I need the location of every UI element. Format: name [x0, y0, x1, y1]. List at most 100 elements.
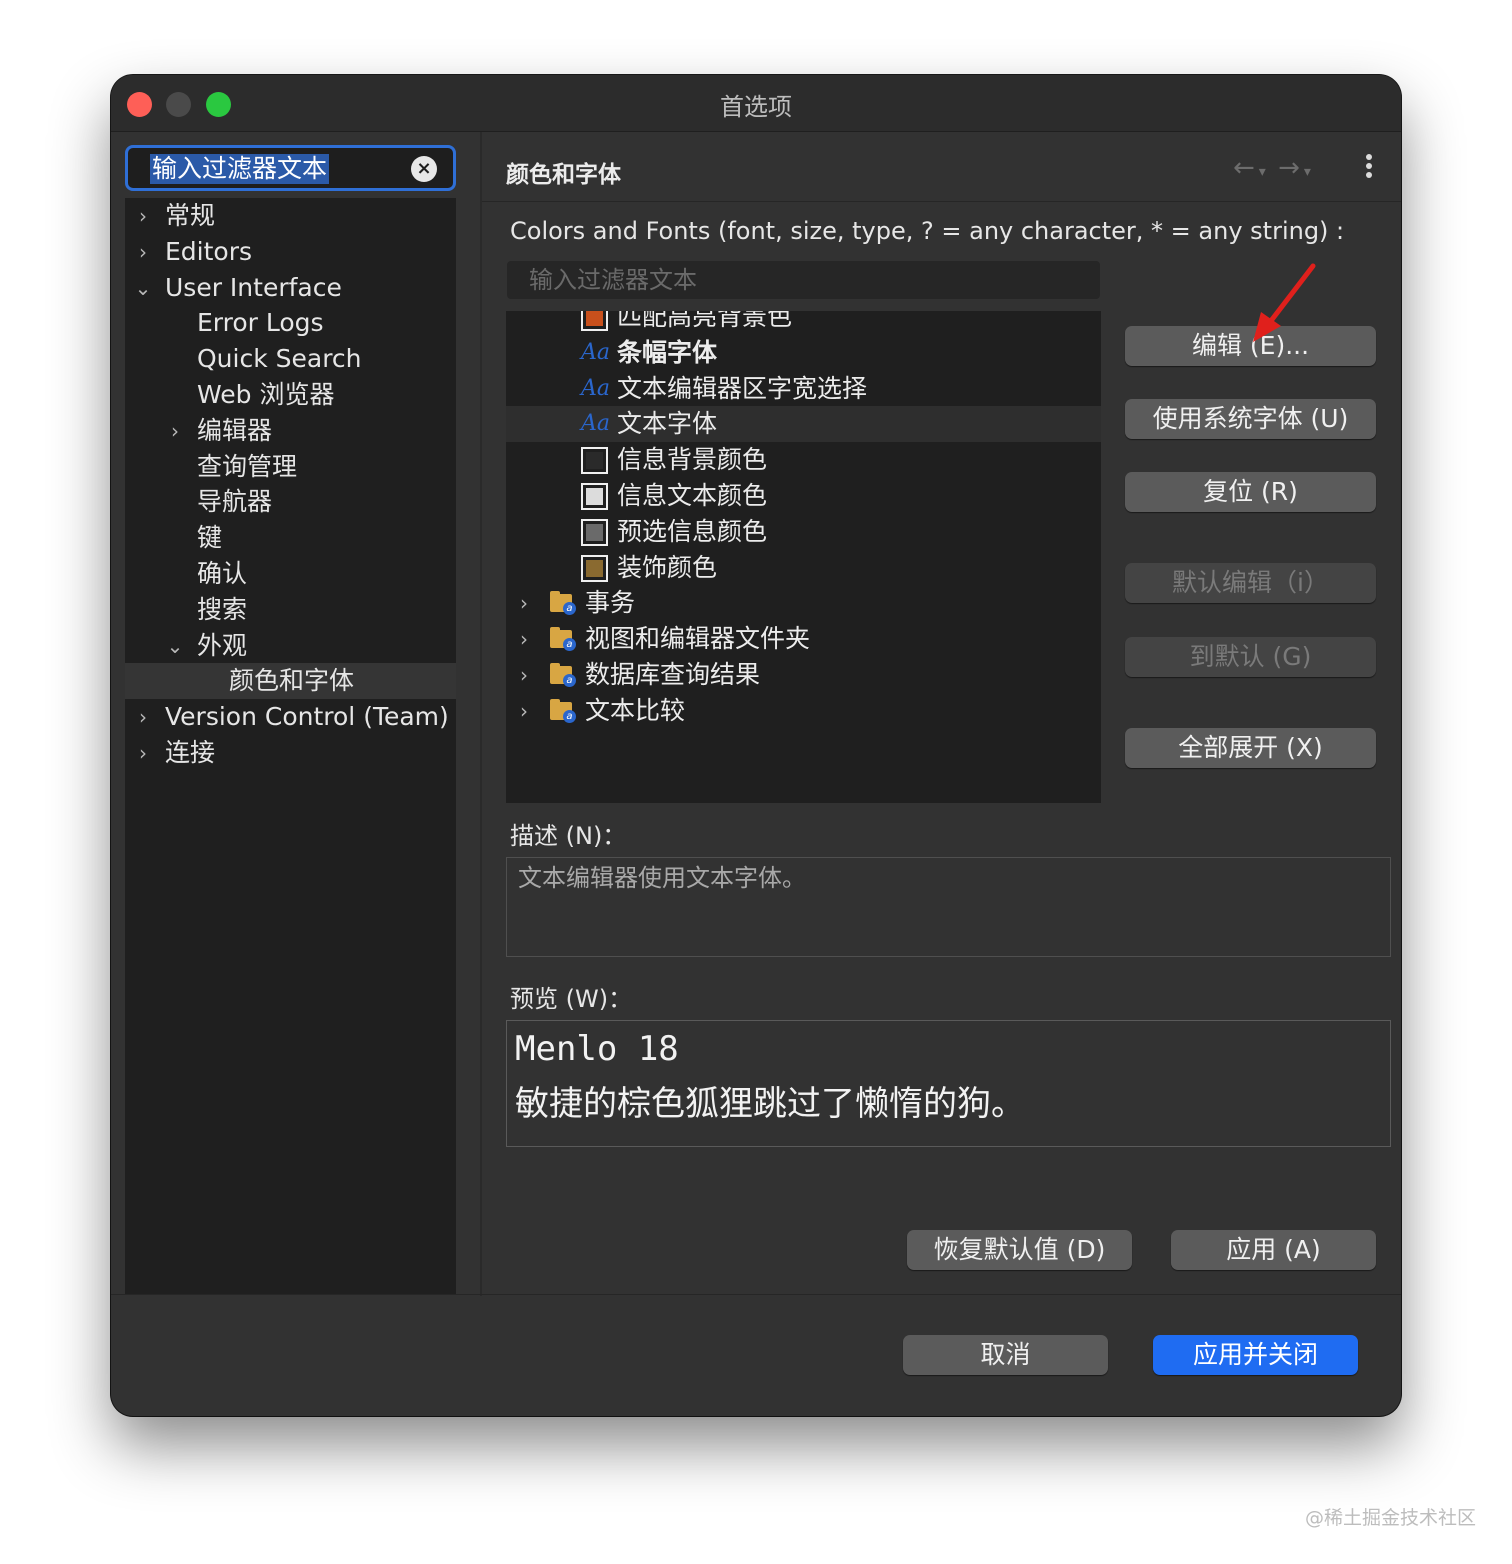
sidebar-item-label: 连接 [165, 738, 216, 767]
edit-default-button[interactable]: 默认编辑（i） [1125, 563, 1376, 603]
annotation-arrow-icon [1253, 263, 1316, 342]
sidebar-item-label: 键 [197, 523, 223, 553]
sidebar-filter-input[interactable]: 输入过滤器文本 × [125, 145, 456, 191]
reset-button[interactable]: 复位 (R) [1125, 472, 1376, 512]
restore-defaults-button[interactable]: 恢复默认值 (D) [907, 1230, 1132, 1270]
description-text: 文本编辑器使用文本字体。 [518, 864, 806, 892]
sidebar-item[interactable]: Quick Search [125, 341, 456, 377]
font-list-item-label: 文本编辑器区字宽选择 [617, 373, 868, 403]
sidebar-item[interactable]: 查询管理 [125, 449, 456, 485]
font-icon: Aa [581, 411, 611, 437]
chevron-down-icon[interactable]: ⌄ [133, 270, 153, 306]
sidebar-item[interactable]: 键 [125, 520, 456, 556]
sidebar-item[interactable]: ⌄ 外观 [125, 628, 456, 664]
sidebar-item-label: 外观 [197, 630, 248, 660]
page-description: Colors and Fonts (font, size, type, ? = … [510, 217, 1345, 245]
back-arrow-icon[interactable]: ← [1233, 153, 1255, 183]
pane-divider[interactable] [480, 132, 482, 1296]
chevron-right-icon[interactable]: › [514, 657, 534, 693]
font-list-item[interactable]: 匹配高亮背景色 [506, 311, 1101, 335]
font-list-item[interactable]: 信息文本颜色 [506, 478, 1101, 514]
apply-and-close-button[interactable]: 应用并关闭 [1153, 1335, 1358, 1375]
preview-font-name: Menlo 18 [515, 1029, 679, 1069]
sidebar-item[interactable]: › 常规 [125, 198, 456, 234]
chevron-right-icon[interactable]: › [165, 413, 185, 449]
expand-all-button[interactable]: 全部展开 (X) [1125, 728, 1376, 768]
font-list-item-label: 文本比较 [585, 695, 686, 725]
font-list-item-label: 视图和编辑器文件夹 [585, 624, 811, 654]
history-navigation: ← ▾ → ▾ [1233, 153, 1311, 183]
font-list-item[interactable]: Aa 文本字体 [506, 406, 1101, 443]
go-to-default-button[interactable]: 到默认 (G) [1125, 637, 1376, 677]
font-list-item-label: 装饰颜色 [617, 552, 718, 582]
sidebar-item-label: 搜索 [197, 594, 248, 624]
page-title: 颜色和字体 [506, 162, 621, 188]
list-filter-input[interactable]: 输入过滤器文本 [507, 261, 1100, 299]
font-list-item[interactable]: › a 数据库查询结果 [506, 657, 1101, 693]
sidebar-item[interactable]: 颜色和字体 [125, 663, 456, 700]
sidebar-item[interactable]: 导航器 [125, 484, 456, 520]
sidebar-item-label: 常规 [165, 201, 216, 230]
watermark: @稀土掘金技术社区 [1304, 1507, 1476, 1529]
font-list-item[interactable]: 预选信息颜色 [506, 514, 1101, 550]
sidebar-item-label: 查询管理 [197, 451, 298, 481]
cancel-button[interactable]: 取消 [903, 1335, 1108, 1375]
sidebar-item[interactable]: Error Logs [125, 305, 456, 341]
sidebar-item[interactable]: › Editors [125, 234, 456, 270]
chevron-right-icon[interactable]: › [514, 693, 534, 729]
font-list-item-label: 事务 [585, 588, 636, 618]
font-list-item[interactable]: Aa 文本编辑器区字宽选择 [506, 371, 1101, 407]
sidebar-item[interactable]: ⌄ User Interface [125, 270, 456, 306]
clear-filter-icon[interactable]: × [411, 156, 437, 182]
more-options-icon[interactable] [1361, 151, 1377, 181]
chevron-right-icon[interactable]: › [514, 621, 534, 657]
chevron-down-icon[interactable]: ⌄ [165, 628, 185, 664]
font-list-item-label: 信息背景颜色 [617, 445, 768, 475]
sidebar-item-label: User Interface [165, 272, 342, 302]
font-list-item-label: 预选信息颜色 [617, 516, 768, 546]
font-list-item-label: 条幅字体 [617, 337, 718, 367]
sidebar-item[interactable]: › 编辑器 [125, 413, 456, 449]
font-list-item[interactable]: 信息背景颜色 [506, 442, 1101, 478]
font-list-item[interactable]: › a 文本比较 [506, 693, 1101, 729]
sidebar-item[interactable]: Web 浏览器 [125, 377, 456, 413]
sidebar-item[interactable]: 搜索 [125, 592, 456, 628]
colors-fonts-tree: 匹配高亮背景色 Aa 条幅字体 Aa 文本编辑器区字宽选择 Aa 文本字体 信息背景颜色 信息文… [506, 311, 1101, 803]
sidebar-item-label: Quick Search [197, 344, 362, 374]
apply-button[interactable]: 应用 (A) [1171, 1230, 1376, 1270]
font-list-item[interactable]: › a 视图和编辑器文件夹 [506, 621, 1101, 657]
font-icon: Aa [581, 375, 611, 401]
font-list-item[interactable]: Aa 条幅字体 [506, 335, 1101, 371]
preferences-tree: › 常规 › Editors ⌄ User Interface Error Logs Quic… [125, 198, 456, 1295]
chevron-right-icon[interactable]: › [133, 234, 153, 270]
header-divider [482, 201, 1401, 202]
chevron-right-icon[interactable]: › [133, 699, 153, 735]
font-list-item[interactable]: 装饰颜色 [506, 550, 1101, 586]
sidebar-filter-text[interactable]: 输入过滤器文本 [150, 154, 330, 184]
use-system-font-button[interactable]: 使用系统字体 (U) [1125, 399, 1376, 439]
forward-arrow-icon[interactable]: → [1278, 153, 1300, 183]
preferences-sidebar: 输入过滤器文本 × › 常规 › Editors ⌄ User Interface Erro… [125, 145, 456, 1295]
preview-sample-text: 敏捷的棕色狐狸跳过了懒惰的狗。 [515, 1084, 1025, 1124]
sidebar-item[interactable]: 确认 [125, 556, 456, 592]
sidebar-item[interactable]: › Version Control (Team) [125, 699, 456, 735]
font-list-item[interactable]: › a 事务 [506, 585, 1101, 621]
description-box: 文本编辑器使用文本字体。 [506, 857, 1391, 957]
preview-label: 预览 (W)： [510, 985, 633, 1013]
color-swatch-icon [581, 554, 608, 582]
sidebar-item-label: Version Control (Team) [165, 702, 449, 732]
color-swatch-icon [581, 518, 608, 546]
color-swatch-icon [581, 483, 608, 510]
sidebar-item[interactable]: › 连接 [125, 735, 456, 771]
category-folder-icon: a [550, 627, 576, 652]
preview-box: Menlo 18 敏捷的棕色狐狸跳过了懒惰的狗。 [506, 1020, 1391, 1147]
sidebar-item-label: 颜色和字体 [229, 666, 355, 696]
font-list-item-label: 匹配高亮背景色 [617, 311, 793, 331]
sidebar-item-label: Editors [165, 236, 253, 266]
description-label: 描述 (N)： [510, 822, 627, 850]
chevron-right-icon[interactable]: › [133, 198, 153, 234]
chevron-right-icon[interactable]: › [514, 585, 534, 621]
chevron-right-icon[interactable]: › [133, 735, 153, 771]
sidebar-item-label: 导航器 [197, 487, 273, 517]
footer-divider [111, 1294, 1401, 1295]
